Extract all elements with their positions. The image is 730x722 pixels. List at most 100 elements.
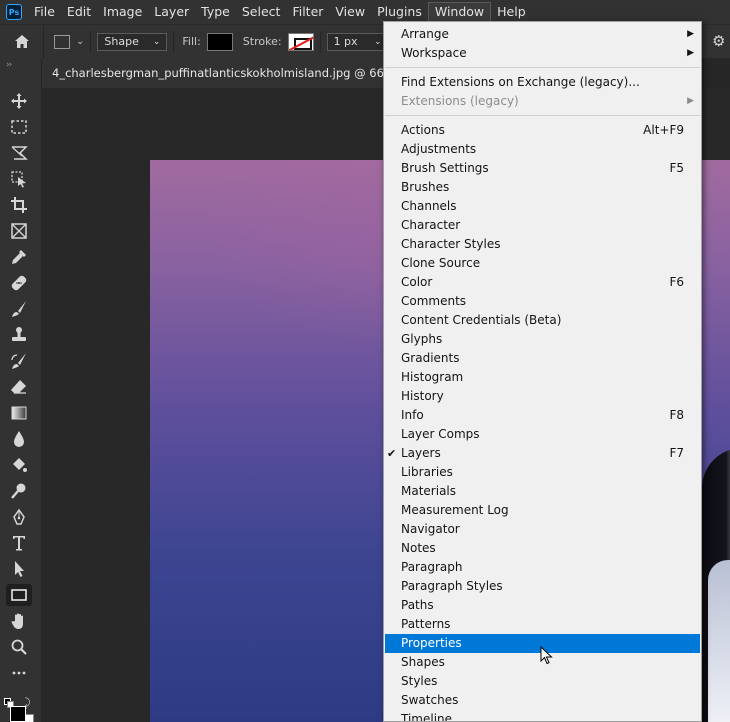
menu-item-content-credentials-beta[interactable]: Content Credentials (Beta) [384, 311, 701, 330]
chevron-down-icon[interactable]: ⌄ [76, 36, 84, 47]
menu-item-gradients[interactable]: Gradients [384, 349, 701, 368]
brush-tool[interactable] [6, 298, 32, 320]
eyedropper-icon [12, 250, 26, 264]
menu-item-color[interactable]: Color F6 [384, 273, 701, 292]
menu-item-label: Materials [401, 484, 457, 498]
chevron-down-icon: ⌄ [152, 36, 161, 47]
object-selection-tool[interactable] [6, 168, 32, 190]
tools-panel: ›› [0, 58, 42, 722]
tool-preset-swatch[interactable] [54, 34, 70, 49]
history-brush-tool[interactable] [6, 350, 32, 372]
menu-item-character-styles[interactable]: Character Styles [384, 235, 701, 254]
menu-item-arrange[interactable]: Arrange ▶ [384, 25, 701, 44]
menu-item-paragraph-styles[interactable]: Paragraph Styles [384, 577, 701, 596]
crop-icon [11, 197, 27, 213]
edit-toolbar-button[interactable] [6, 662, 32, 684]
menu-type[interactable]: Type [195, 2, 236, 22]
stroke-width-field[interactable]: 1 px ⌄ [326, 32, 389, 51]
menu-item-label: Arrange [401, 27, 449, 41]
menu-item-label: Adjustments [401, 142, 477, 156]
menu-filter[interactable]: Filter [286, 2, 329, 22]
menu-image[interactable]: Image [97, 2, 148, 22]
menu-item-styles[interactable]: Styles [384, 672, 701, 691]
gradient-tool[interactable] [6, 402, 32, 424]
marquee-tool[interactable] [6, 116, 32, 138]
menu-window[interactable]: Window [427, 2, 492, 22]
blur-tool[interactable] [6, 428, 32, 450]
foreground-color-swatch[interactable] [10, 706, 26, 722]
zoom-tool[interactable] [6, 636, 32, 658]
mode-select[interactable]: Shape ⌄ [97, 32, 168, 51]
menu-item-actions[interactable]: Actions Alt+F9 [384, 121, 701, 140]
gear-icon[interactable]: ⚙ [712, 32, 725, 50]
menu-item-materials[interactable]: Materials [384, 482, 701, 501]
menu-edit[interactable]: Edit [61, 2, 97, 22]
menu-layer[interactable]: Layer [148, 2, 195, 22]
menu-item-label: Layer Comps [401, 427, 480, 441]
menu-file[interactable]: File [28, 2, 61, 22]
menu-view[interactable]: View [329, 2, 371, 22]
hand-tool[interactable] [6, 610, 32, 632]
menu-item-label: Libraries [401, 465, 453, 479]
menu-item-clone-source[interactable]: Clone Source [384, 254, 701, 273]
menu-item-character[interactable]: Character [384, 216, 701, 235]
crop-tool[interactable] [6, 194, 32, 216]
menu-item-brush-settings[interactable]: Brush Settings F5 [384, 159, 701, 178]
dodge-icon [11, 483, 26, 499]
pen-tool[interactable] [6, 506, 32, 528]
menu-item-layers[interactable]: ✔ Layers F7 [384, 444, 701, 463]
eraser-tool[interactable] [6, 376, 32, 398]
menu-item-navigator[interactable]: Navigator [384, 520, 701, 539]
menu-item-timeline[interactable]: Timeline [384, 710, 701, 721]
rectangle-tool[interactable] [6, 584, 32, 606]
menu-item-brushes[interactable]: Brushes [384, 178, 701, 197]
menu-item-notes[interactable]: Notes [384, 539, 701, 558]
frame-tool[interactable] [6, 220, 32, 242]
menu-plugins[interactable]: Plugins [371, 2, 428, 22]
clone-stamp-tool[interactable] [6, 324, 32, 346]
menu-item-find-extensions-on-exchange-legacy[interactable]: Find Extensions on Exchange (legacy)... [384, 73, 701, 92]
eyedropper-tool[interactable] [6, 246, 32, 268]
burn-tool[interactable] [6, 480, 32, 502]
menu-item-channels[interactable]: Channels [384, 197, 701, 216]
menu-item-workspace[interactable]: Workspace ▶ [384, 44, 701, 63]
move-icon [11, 93, 27, 109]
menu-item-paragraph[interactable]: Paragraph [384, 558, 701, 577]
menu-item-info[interactable]: Info F8 [384, 406, 701, 425]
lasso-tool[interactable] [6, 142, 32, 164]
menu-item-histogram[interactable]: Histogram [384, 368, 701, 387]
move-tool[interactable] [6, 90, 32, 112]
zoom-icon [11, 639, 27, 655]
menu-item-patterns[interactable]: Patterns [384, 615, 701, 634]
menu-item-measurement-log[interactable]: Measurement Log [384, 501, 701, 520]
puffin-chest-region [708, 560, 730, 722]
stroke-color-swatch[interactable] [287, 32, 314, 51]
photoshop-logo-icon[interactable]: Ps [6, 4, 22, 20]
brush-icon [12, 301, 26, 317]
menu-item-glyphs[interactable]: Glyphs [384, 330, 701, 349]
path-selection-tool[interactable] [6, 558, 32, 580]
menu-item-shortcut: Alt+F9 [643, 123, 684, 137]
menu-item-paths[interactable]: Paths [384, 596, 701, 615]
fill-color-swatch[interactable] [206, 32, 233, 51]
fill-label: Fill: [182, 35, 201, 48]
menu-item-adjustments[interactable]: Adjustments [384, 140, 701, 159]
document-tab[interactable]: 4_charlesbergman_puffinatlanticskokholmi… [42, 58, 402, 88]
menu-item-layer-comps[interactable]: Layer Comps [384, 425, 701, 444]
collapse-panel-icon[interactable]: ›› [6, 60, 12, 70]
type-tool[interactable] [6, 532, 32, 554]
menu-select[interactable]: Select [236, 2, 287, 22]
submenu-arrow-icon: ▶ [687, 48, 694, 58]
stamp-icon [12, 327, 26, 341]
dodge-tool[interactable] [6, 454, 32, 476]
menu-help[interactable]: Help [491, 2, 532, 22]
submenu-arrow-icon: ▶ [687, 96, 694, 106]
drop-icon [14, 431, 24, 447]
home-button[interactable] [0, 24, 44, 59]
healing-brush-tool[interactable] [6, 272, 32, 294]
menu-item-history[interactable]: History [384, 387, 701, 406]
menu-item-comments[interactable]: Comments [384, 292, 701, 311]
menu-item-libraries[interactable]: Libraries [384, 463, 701, 482]
menu-item-shortcut: F5 [669, 161, 684, 175]
menu-item-swatches[interactable]: Swatches [384, 691, 701, 710]
